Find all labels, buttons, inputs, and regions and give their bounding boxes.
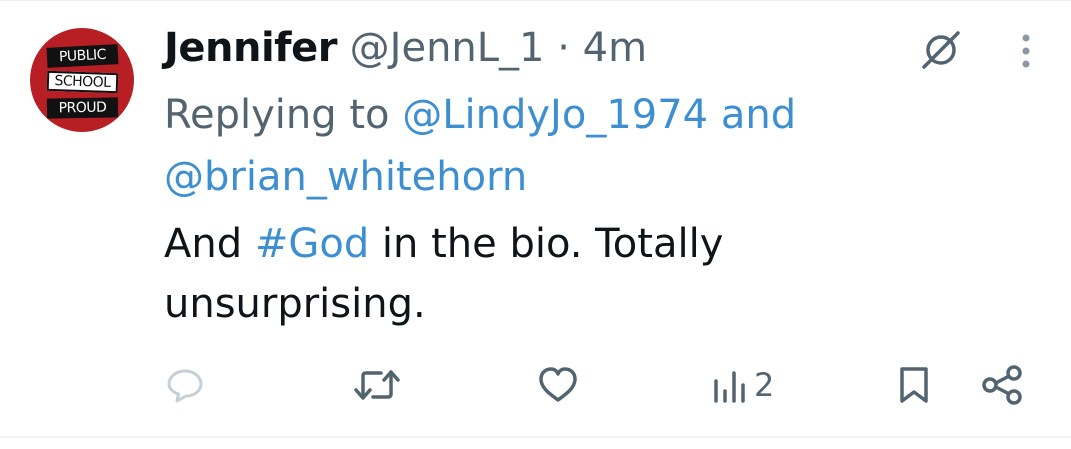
reply-bubble-icon: [167, 369, 203, 403]
retweet-button[interactable]: [353, 360, 401, 410]
views-chart-icon: [714, 371, 745, 403]
bookmark-icon: [900, 367, 928, 403]
views-count: 2: [754, 366, 775, 404]
hashtag-link[interactable]: #God: [255, 221, 369, 267]
mention-link[interactable]: @brian_whitehorn: [164, 154, 527, 200]
reply-button[interactable]: [163, 360, 207, 410]
divider-top: [0, 0, 1071, 1]
replying-prefix: Replying to: [164, 92, 390, 138]
tweet-text-start: And: [164, 221, 243, 267]
views-button[interactable]: 2: [712, 360, 774, 410]
tweet-text: And #God in the bio. Totally unsurprisin…: [164, 214, 884, 334]
avatar-line-2: SCHOOL: [46, 70, 119, 94]
user-handle[interactable]: @JennL_1: [350, 25, 545, 71]
grok-icon[interactable]: [918, 27, 964, 73]
mention-link[interactable]: @LindyJo_1974: [402, 92, 708, 138]
retweet-icon: [354, 370, 400, 400]
share-button[interactable]: [978, 360, 1026, 410]
heart-icon: [539, 367, 577, 402]
tweet-text-end: in the bio. Totally unsurprising.: [164, 221, 724, 327]
like-button[interactable]: [536, 360, 580, 410]
display-name[interactable]: Jennifer: [164, 25, 337, 71]
timestamp[interactable]: 4m: [583, 25, 647, 71]
tweet[interactable]: PUBLIC SCHOOL PROUD Jennifer @JennL_1 · …: [0, 0, 1071, 449]
replying-conjunction: and: [720, 92, 797, 138]
separator-dot: ·: [557, 25, 570, 71]
avatar-line-3: PROUD: [46, 97, 119, 119]
share-icon: [982, 365, 1022, 405]
replying-to: Replying to @LindyJo_1974 and @brian_whi…: [164, 84, 864, 208]
more-options-icon[interactable]: [1006, 27, 1046, 73]
avatar[interactable]: PUBLIC SCHOOL PROUD: [30, 28, 134, 132]
avatar-line-1: PUBLIC: [46, 44, 119, 68]
bookmark-button[interactable]: [894, 360, 934, 410]
divider-bottom: [0, 436, 1071, 438]
tweet-header: Jennifer @JennL_1 · 4m: [164, 22, 647, 74]
